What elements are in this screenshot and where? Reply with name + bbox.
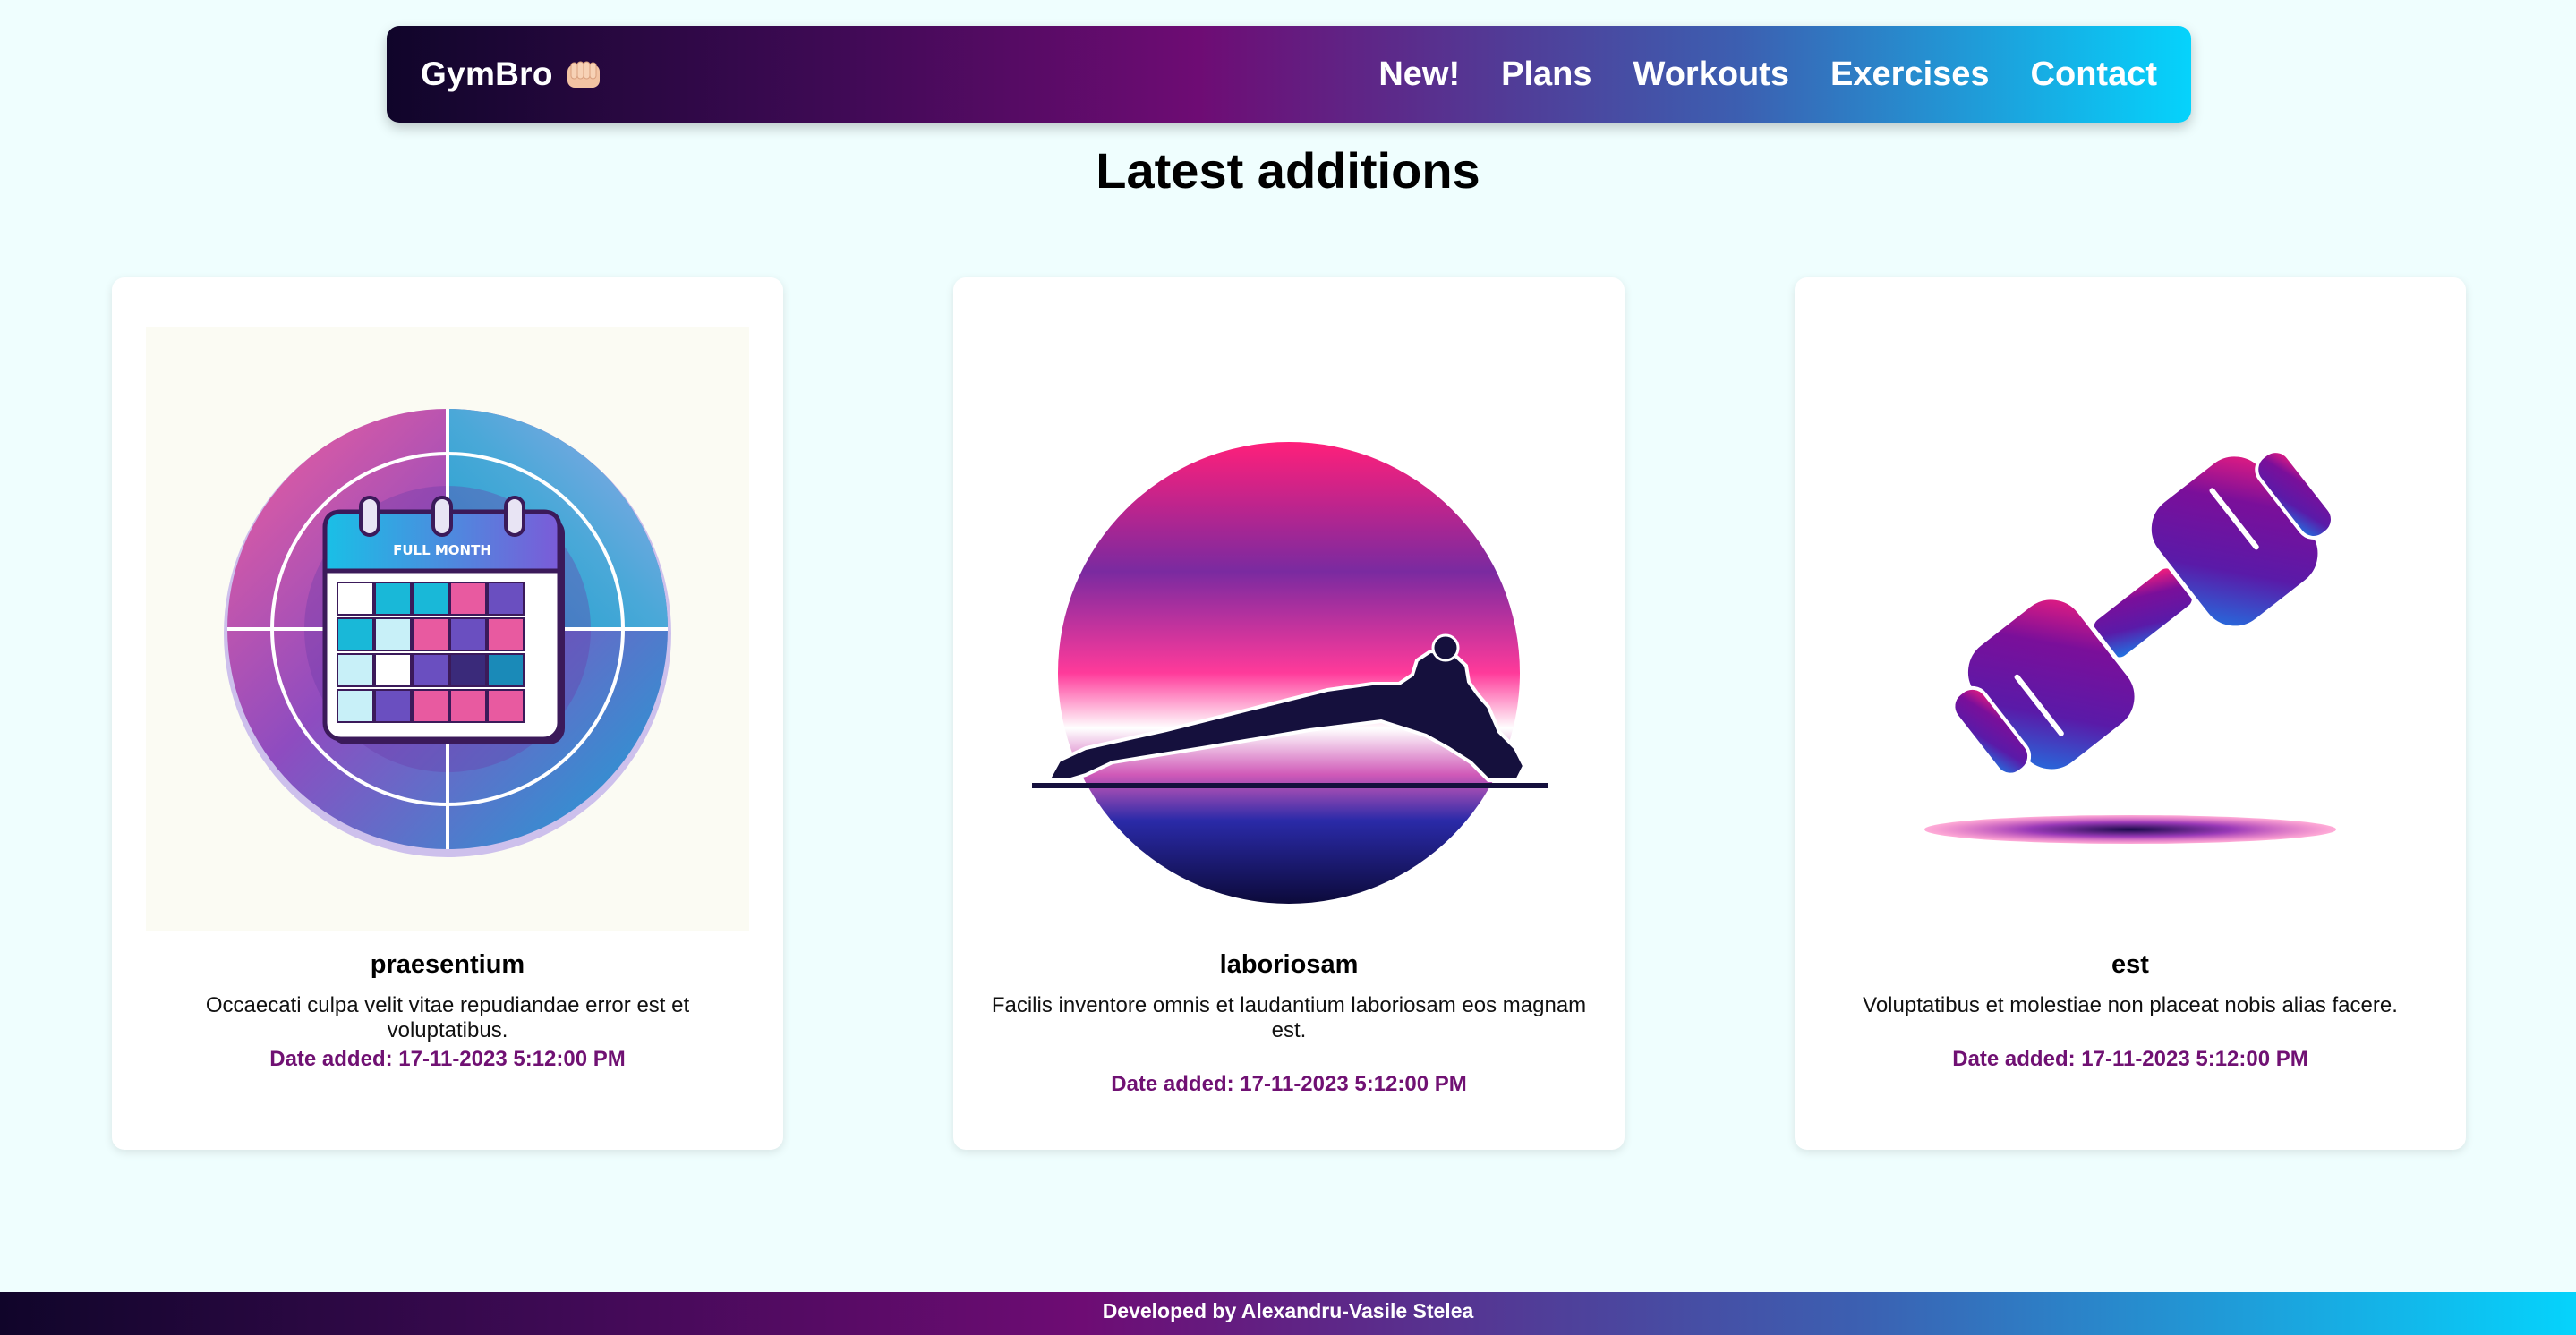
nav-link-new[interactable]: New! <box>1378 55 1460 94</box>
nav-link-exercises[interactable]: Exercises <box>1830 55 1990 94</box>
card-praesentium[interactable]: FULL MONTH praesentium Occaecati culpa v… <box>112 277 783 1150</box>
card-date: Date added: 17-11-2023 5:12:00 PM <box>269 1047 626 1071</box>
page: GymBro New! Plans Workouts Exercises Con… <box>0 0 2576 1335</box>
nav-link-contact[interactable]: Contact <box>2031 55 2157 94</box>
brand-name: GymBro <box>421 55 553 92</box>
card-title: est <box>2111 950 2149 979</box>
card-description: Facilis inventore omnis et laudantium la… <box>991 993 1587 1042</box>
calendar-header-text: FULL MONTH <box>393 542 491 558</box>
page-title: Latest additions <box>1096 142 1480 199</box>
navbar: GymBro New! Plans Workouts Exercises Con… <box>387 26 2191 123</box>
calendar-icon: FULL MONTH <box>146 327 749 931</box>
card-date: Date added: 17-11-2023 5:12:00 PM <box>1952 1047 2308 1071</box>
dumbbell-icon <box>1829 327 2432 931</box>
brand-logo[interactable]: GymBro <box>421 55 601 93</box>
nav-link-workouts[interactable]: Workouts <box>1633 55 1790 94</box>
nav-links: New! Plans Workouts Exercises Contact <box>1378 55 2157 94</box>
card-description: Voluptatibus et molestiae non placeat no… <box>1863 993 2398 1017</box>
footer: Developed by Alexandru-Vasile Stelea <box>0 1292 2576 1335</box>
card-title: laboriosam <box>1219 950 1359 979</box>
card-title: praesentium <box>370 950 525 979</box>
nav-link-plans[interactable]: Plans <box>1501 55 1591 94</box>
plank-silhouette-icon <box>987 327 1591 931</box>
card-est[interactable]: est Voluptatibus et molestiae non placea… <box>1795 277 2466 1150</box>
card-laboriosam[interactable]: laboriosam Facilis inventore omnis et la… <box>953 277 1625 1150</box>
fist-icon <box>567 61 600 88</box>
card-date: Date added: 17-11-2023 5:12:00 PM <box>1111 1072 1467 1096</box>
card-description: Occaecati culpa velit vitae repudiandae … <box>205 993 690 1042</box>
